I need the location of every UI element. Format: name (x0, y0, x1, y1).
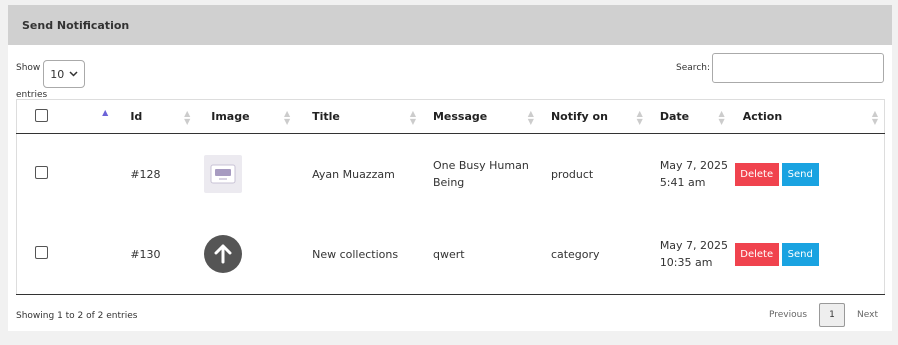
table-row: #130 New collections qwert category May … (16, 214, 885, 295)
row-actions: Delete Send (731, 134, 885, 215)
product-image-icon (210, 164, 236, 184)
search-label: Search: (676, 63, 710, 73)
sort-asc-icon[interactable]: ▲ (102, 109, 108, 117)
column-header-action[interactable]: Action ▲ ▼ (730, 99, 885, 134)
category-thumbnail (204, 235, 243, 273)
row-message: qwert (421, 214, 540, 295)
previous-page-button[interactable]: Previous (769, 310, 807, 320)
chevron-down-icon (69, 71, 78, 77)
row-id: #130 (116, 214, 197, 295)
column-header-image[interactable]: Image ▲ ▼ (196, 99, 297, 134)
row-checkbox[interactable] (35, 166, 48, 179)
send-button[interactable]: Send (781, 162, 819, 186)
column-header-notify-on[interactable]: Notify on ▲ ▼ (539, 99, 649, 134)
column-header-date[interactable]: Date ▲ ▼ (648, 99, 731, 134)
next-page-button[interactable]: Next (857, 310, 878, 320)
sort-icon: ▲ ▼ (527, 109, 534, 126)
sort-icon: ▲ ▼ (636, 109, 643, 126)
table-info: Showing 1 to 2 of 2 entries (16, 311, 138, 321)
search-input[interactable] (712, 53, 884, 83)
row-title: New collections (296, 214, 422, 295)
row-checkbox[interactable] (35, 246, 48, 259)
row-notify-on: category (539, 214, 649, 295)
row-message: One Busy Human Being (432, 158, 529, 189)
sort-icon: ▲ ▼ (283, 109, 291, 126)
row-date: May 7, 2025 10:35 am (648, 214, 731, 295)
sort-icon: ▲ ▼ (871, 109, 878, 126)
arrow-up-icon (214, 244, 232, 264)
page-length-select[interactable]: 10 (43, 60, 86, 88)
row-title: Ayan Muazzam (312, 167, 395, 181)
notification-panel: Send Notification Show 10 entries Search… (8, 5, 892, 331)
table-row: #128 Ayan Muazzam One Busy Human Being p… (17, 134, 885, 215)
row-date: May 7, 2025 5:41 am (659, 158, 729, 189)
page-length-value: 10 (50, 67, 65, 81)
row-notify-on: product (550, 167, 594, 181)
select-all-checkbox[interactable] (35, 108, 48, 122)
row-id: #128 (130, 167, 161, 181)
row-actions: Delete Send (730, 214, 885, 295)
search-control: Search: (676, 53, 884, 83)
length-control: Show 10 entries (16, 60, 86, 100)
delete-button[interactable]: Delete (734, 242, 779, 266)
column-header-id[interactable]: Id ▲ ▼ (116, 99, 197, 134)
select-all-header: ▲ (16, 99, 117, 134)
panel-title: Send Notification (8, 5, 892, 45)
sort-icon: ▲ ▼ (718, 109, 725, 126)
sort-icon: ▲ ▼ (184, 109, 191, 126)
notifications-table: ▲ Id ▲▼ Image ▲▼ Title ▲▼ Message ▲▼ (16, 99, 885, 295)
send-button[interactable]: Send (781, 242, 819, 266)
column-header-title[interactable]: Title ▲ ▼ (296, 99, 422, 134)
pagination: Previous 1 Next (769, 303, 878, 327)
show-label: Show (16, 63, 41, 73)
sort-icon: ▲ ▼ (409, 109, 416, 126)
page-1-button[interactable]: 1 (819, 303, 846, 327)
product-thumbnail (204, 155, 243, 193)
delete-button[interactable]: Delete (734, 162, 779, 186)
column-header-message[interactable]: Message ▲ ▼ (421, 99, 540, 134)
